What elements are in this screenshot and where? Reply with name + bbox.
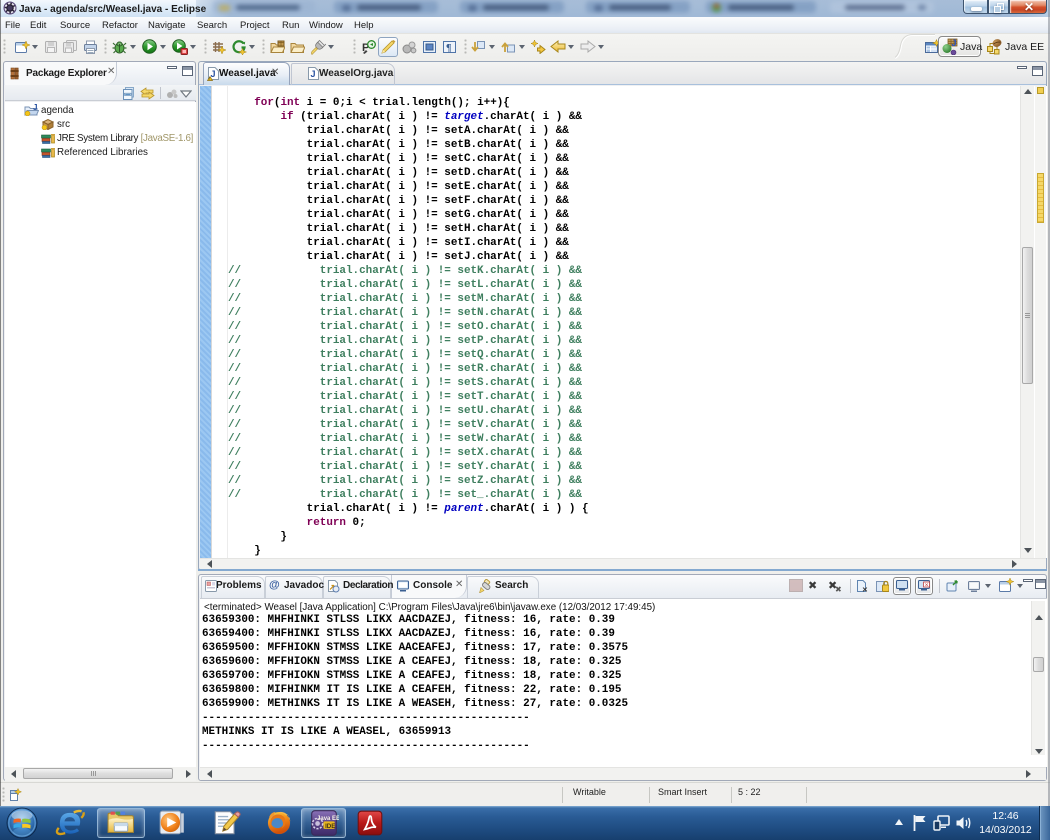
svg-text:Java EE: Java EE bbox=[317, 816, 339, 822]
svg-text:!: ! bbox=[209, 76, 210, 81]
svg-text:¶: ¶ bbox=[446, 43, 451, 54]
svg-text:J: J bbox=[33, 104, 37, 112]
svg-text:J: J bbox=[311, 69, 316, 79]
svg-text:✕: ✕ bbox=[862, 587, 868, 593]
svg-text:✕: ✕ bbox=[925, 583, 929, 589]
svg-text:J: J bbox=[211, 69, 216, 79]
svg-text:IDE: IDE bbox=[325, 823, 335, 830]
svg-text:J: J bbox=[952, 38, 957, 48]
